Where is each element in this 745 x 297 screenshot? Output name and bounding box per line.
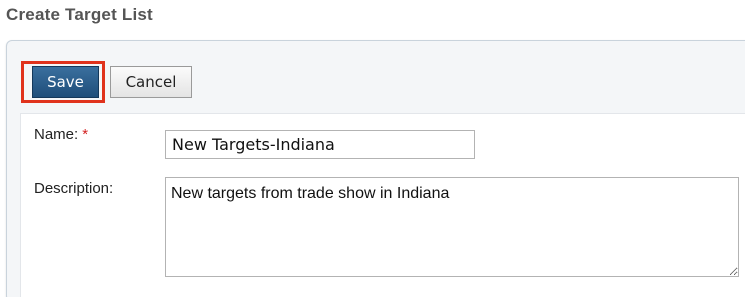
save-button[interactable]: Save (32, 66, 99, 98)
name-label-text: Name: (34, 126, 79, 143)
cancel-button[interactable]: Cancel (110, 66, 192, 98)
description-field[interactable]: New targets from trade show in Indiana (165, 177, 739, 277)
required-marker: * (82, 126, 89, 143)
create-target-list-page: Create Target List Save Cancel Name:* De… (0, 0, 745, 297)
description-field-label: Description: (34, 180, 114, 197)
name-field-label: Name: * (34, 126, 88, 143)
name-field[interactable] (165, 130, 475, 159)
page-title: Create Target List (6, 5, 153, 24)
